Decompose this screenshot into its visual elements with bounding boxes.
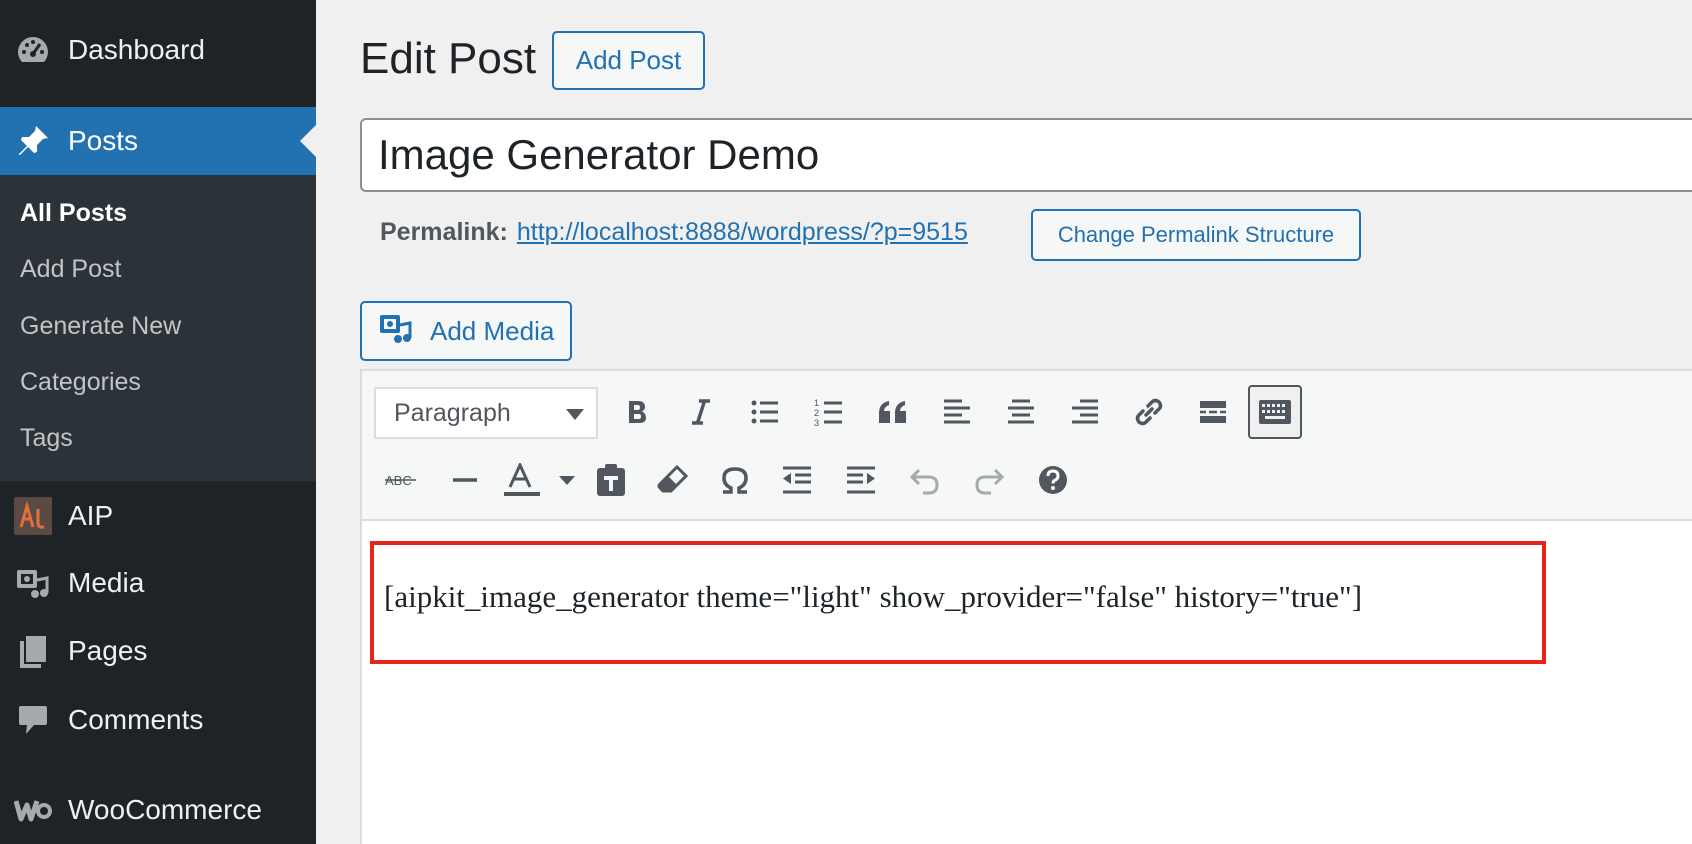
- align-right-icon: [1072, 399, 1098, 424]
- align-right-button[interactable]: [1058, 385, 1112, 439]
- media-icon: [14, 564, 52, 602]
- post-title-input[interactable]: Image Generator Demo: [360, 118, 1692, 192]
- add-media-button[interactable]: Add Media: [360, 301, 572, 361]
- blockquote-button[interactable]: [866, 385, 920, 439]
- menu-label-woocommerce: WooCommerce: [68, 794, 262, 825]
- page-title: Edit Post: [360, 34, 537, 83]
- menu-item-comments[interactable]: Comments: [0, 694, 316, 746]
- undo-button[interactable]: [898, 453, 952, 507]
- text-color-button[interactable]: [498, 453, 580, 507]
- editor-content-text[interactable]: [aipkit_image_generator theme="light" sh…: [384, 579, 1362, 615]
- change-permalink-structure-button[interactable]: Change Permalink Structure: [1031, 209, 1361, 261]
- svg-text:1: 1: [814, 398, 819, 408]
- undo-icon: [909, 468, 939, 495]
- menu-item-woocommerce[interactable]: WooCommerce: [0, 784, 316, 836]
- italic-icon: [692, 399, 710, 425]
- bulleted-list-button[interactable]: [738, 385, 792, 439]
- permalink-row: Permalink: http://localhost:8888/wordpre…: [380, 218, 968, 247]
- submenu-generate-new[interactable]: Generate New: [20, 312, 181, 341]
- permalink-link[interactable]: http://localhost:8888/wordpress/?p=9515: [517, 218, 968, 247]
- special-character-button[interactable]: [708, 453, 762, 507]
- clear-formatting-button[interactable]: [646, 453, 700, 507]
- pages-icon: [14, 632, 52, 670]
- submenu-add-post[interactable]: Add Post: [20, 255, 121, 284]
- add-post-button[interactable]: Add Post: [552, 31, 705, 90]
- menu-item-dashboard[interactable]: Dashboard: [0, 24, 316, 76]
- read-more-button[interactable]: [1186, 385, 1240, 439]
- keyboard-shortcuts-button[interactable]: [1026, 453, 1080, 507]
- add-media-label: Add Media: [430, 315, 555, 346]
- numbered-list-icon: 123: [814, 398, 842, 427]
- posts-submenu: All Posts Add Post Generate New Categori…: [0, 175, 316, 481]
- submenu-tags[interactable]: Tags: [20, 424, 73, 453]
- comment-bubble-icon: [14, 701, 52, 739]
- bold-icon: [629, 401, 646, 423]
- align-left-button[interactable]: [930, 385, 984, 439]
- link-icon: [1135, 398, 1163, 426]
- svg-text:3: 3: [814, 418, 819, 427]
- indent-icon: [847, 466, 875, 494]
- paste-text-icon: [597, 464, 625, 496]
- classic-editor: Paragraph 123 ABC [aipkit_image_generato…: [360, 369, 1692, 844]
- numbered-list-button[interactable]: 123: [802, 385, 856, 439]
- menu-item-pages[interactable]: Pages: [0, 625, 316, 677]
- format-select[interactable]: Paragraph: [374, 387, 598, 439]
- woocommerce-logo-icon: [14, 791, 52, 829]
- submenu-all-posts[interactable]: All Posts: [20, 199, 127, 228]
- italic-button[interactable]: [674, 385, 728, 439]
- redo-button[interactable]: [962, 453, 1016, 507]
- read-more-icon: [1200, 401, 1226, 423]
- text-color-icon: [504, 463, 575, 496]
- bold-button[interactable]: [610, 385, 664, 439]
- strikethrough-icon: ABC: [385, 473, 416, 488]
- menu-label-dashboard: Dashboard: [68, 34, 205, 65]
- horizontal-line-icon: [453, 478, 477, 482]
- menu-label-comments: Comments: [68, 704, 204, 735]
- format-select-value: Paragraph: [394, 398, 511, 427]
- menu-label-pages: Pages: [68, 635, 148, 666]
- outdent-icon: [783, 466, 811, 494]
- blockquote-icon: [879, 401, 906, 423]
- align-center-button[interactable]: [994, 385, 1048, 439]
- decrease-indent-button[interactable]: [770, 453, 824, 507]
- editor-toolbar: Paragraph 123 ABC: [362, 371, 1692, 521]
- permalink-label: Permalink:: [380, 218, 508, 246]
- highlighted-shortcode-box: [aipkit_image_generator theme="light" sh…: [370, 541, 1546, 664]
- aip-logo-icon: [14, 497, 52, 535]
- help-icon: [1039, 466, 1067, 494]
- admin-sidebar: Dashboard Posts All Posts Add Post Gener…: [0, 0, 316, 844]
- increase-indent-button[interactable]: [834, 453, 888, 507]
- current-menu-arrow: [300, 125, 316, 157]
- submenu-categories[interactable]: Categories: [20, 368, 141, 397]
- omega-icon: [722, 467, 748, 494]
- menu-item-posts[interactable]: Posts: [0, 107, 316, 175]
- paste-as-text-button[interactable]: [584, 453, 638, 507]
- align-left-icon: [944, 399, 970, 424]
- dashboard-gauge-icon: [14, 31, 52, 69]
- menu-item-media[interactable]: Media: [0, 557, 316, 609]
- add-media-icon: [378, 311, 414, 352]
- toolbar-toggle-button[interactable]: [1248, 385, 1302, 439]
- menu-item-aip[interactable]: AIP: [0, 490, 316, 542]
- align-center-icon: [1008, 399, 1034, 424]
- svg-text:2: 2: [814, 408, 819, 418]
- menu-label-aip: AIP: [68, 500, 114, 531]
- bulleted-list-icon: [751, 400, 778, 424]
- horizontal-line-button[interactable]: [438, 453, 492, 507]
- strikethrough-button[interactable]: ABC: [374, 453, 428, 507]
- pushpin-icon: [14, 122, 52, 160]
- menu-label-media: Media: [68, 567, 145, 598]
- menu-label-posts: Posts: [68, 125, 139, 156]
- insert-link-button[interactable]: [1122, 385, 1176, 439]
- eraser-icon: [657, 464, 689, 493]
- redo-icon: [975, 468, 1005, 495]
- keyboard-icon: [1259, 400, 1291, 424]
- chevron-down-icon: [566, 409, 584, 420]
